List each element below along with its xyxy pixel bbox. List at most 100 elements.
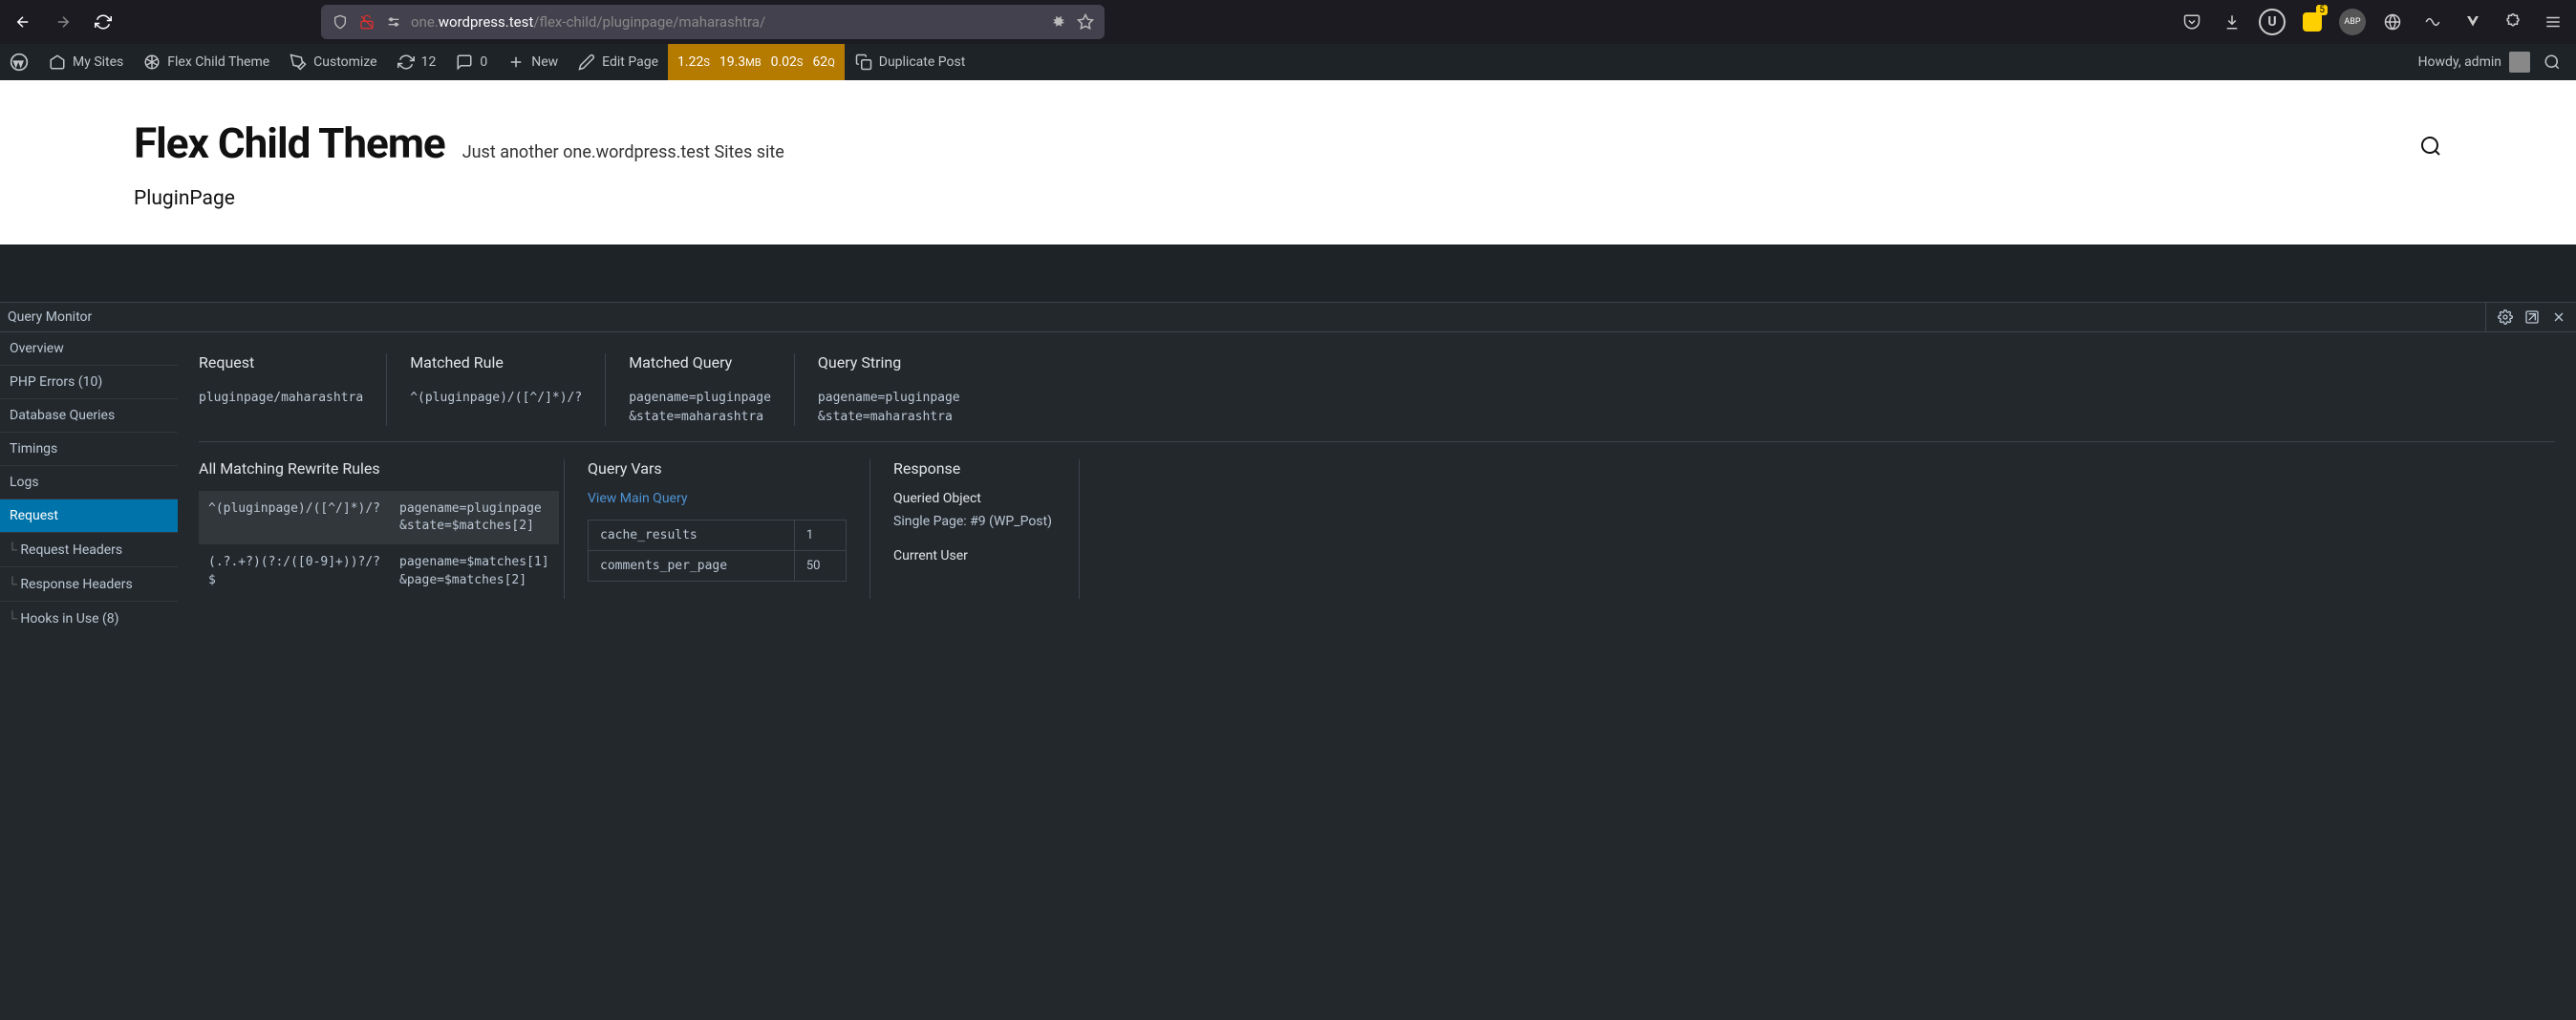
site-tagline: Just another one.wordpress.test Sites si…	[462, 142, 784, 162]
popout-icon[interactable]	[2522, 308, 2542, 327]
query-vars-heading: Query Vars	[588, 459, 847, 478]
ext-u-icon[interactable]: U	[2259, 9, 2286, 35]
queried-object-label: Queried Object	[893, 491, 1056, 506]
url-text: one.wordpress.test/flex-child/pluginpage…	[411, 13, 765, 31]
qv-key: comments_per_page	[589, 551, 795, 582]
matched-rule-heading: Matched Rule	[410, 353, 582, 372]
stat-dur: 0.02	[771, 54, 797, 70]
query-string-value: pagename=pluginpage&state=maharashtra	[818, 389, 2532, 426]
page-body: PluginPage	[0, 187, 2576, 244]
edit-page-link[interactable]: Edit Page	[568, 44, 668, 80]
ext-v-icon[interactable]	[2459, 9, 2486, 35]
query-monitor-stats[interactable]: 1.22S 19.3MB 0.02S 62Q	[668, 44, 845, 80]
ext-globe-icon[interactable]	[2379, 9, 2406, 35]
qv-val: 1	[794, 521, 846, 551]
rewrite-table: ^(pluginpage)/([^/]*)/? pagename=pluginp…	[199, 491, 559, 599]
sidebar-item-logs[interactable]: Logs	[0, 466, 178, 499]
sidebar-item-request[interactable]: Request	[0, 499, 178, 533]
updates-count: 12	[421, 54, 437, 70]
qm-title: Query Monitor	[8, 309, 92, 325]
wp-admin-bar: My Sites Flex Child Theme Customize 12 0…	[0, 44, 2576, 80]
rewrite-query: pagename=$matches[1] &page=$matches[2]	[390, 544, 559, 598]
customize-label: Customize	[313, 54, 376, 70]
shield-icon	[331, 12, 350, 32]
current-user-label: Current User	[893, 548, 1056, 563]
new-label: New	[531, 54, 558, 70]
divider	[199, 441, 2555, 442]
wp-logo[interactable]	[0, 44, 38, 80]
qm-body: Overview PHP Errors (10) Database Querie…	[0, 332, 2576, 1004]
lock-broken-icon	[357, 12, 376, 32]
qm-header: Query Monitor	[0, 302, 2576, 332]
address-bar[interactable]: one.wordpress.test/flex-child/pluginpage…	[321, 5, 1105, 39]
ext-badge-icon[interactable]: 5	[2299, 9, 2326, 35]
downloads-icon[interactable]	[2219, 9, 2245, 35]
response-heading: Response	[893, 459, 1056, 478]
site-name-link[interactable]: Flex Child Theme	[133, 44, 279, 80]
request-heading: Request	[199, 353, 363, 372]
qv-key: cache_results	[589, 521, 795, 551]
comments-link[interactable]: 0	[445, 44, 497, 80]
qm-sidebar: Overview PHP Errors (10) Database Querie…	[0, 332, 178, 1004]
site-search-icon[interactable]	[2419, 135, 2442, 161]
close-icon[interactable]	[2549, 308, 2568, 327]
view-main-query-link[interactable]: View Main Query	[588, 491, 847, 506]
extension-icon[interactable]	[1049, 12, 1068, 32]
back-button[interactable]	[10, 9, 36, 35]
bookmark-star-icon[interactable]	[1076, 12, 1095, 32]
table-row: comments_per_page50	[589, 551, 847, 582]
qm-main-panel: Request pluginpage/maharashtra Matched R…	[178, 332, 2576, 1004]
ext-wave-icon[interactable]	[2419, 9, 2446, 35]
rewrite-pattern: ^(pluginpage)/([^/]*)/?	[199, 491, 390, 544]
qv-val: 50	[794, 551, 846, 582]
my-sites-link[interactable]: My Sites	[38, 44, 133, 80]
table-row: cache_results1	[589, 521, 847, 551]
footer-void	[0, 244, 2576, 302]
rewrite-pattern: (.?.+?)(?:/([0-9]+))?/?$	[199, 544, 390, 598]
hamburger-menu-icon[interactable]	[2540, 9, 2566, 35]
edit-page-label: Edit Page	[602, 54, 658, 70]
sidebar-item-timings[interactable]: Timings	[0, 433, 178, 466]
table-row: (.?.+?)(?:/([0-9]+))?/?$ pagename=$match…	[199, 544, 559, 598]
site-header: Flex Child Theme Just another one.wordpr…	[0, 80, 2576, 187]
gear-icon[interactable]	[2496, 308, 2515, 327]
table-row: ^(pluginpage)/([^/]*)/? pagename=pluginp…	[199, 491, 559, 544]
stat-mem: 19.3	[719, 54, 745, 70]
site-name-label: Flex Child Theme	[167, 54, 269, 70]
stat-queries: 62	[812, 54, 827, 70]
updates-link[interactable]: 12	[387, 44, 446, 80]
sidebar-item-db-queries[interactable]: Database Queries	[0, 399, 178, 433]
howdy-text[interactable]: Howdy, admin	[2418, 54, 2501, 70]
query-string-heading: Query String	[818, 353, 2532, 372]
matched-rule-value: ^(pluginpage)/([^/]*)/?	[410, 389, 582, 408]
sidebar-item-hooks[interactable]: Hooks in Use (8)	[0, 602, 178, 635]
new-content-link[interactable]: New	[497, 44, 568, 80]
sidebar-item-overview[interactable]: Overview	[0, 332, 178, 366]
page-title: PluginPage	[134, 187, 2442, 210]
stat-time: 1.22	[677, 54, 703, 70]
browser-toolbar: one.wordpress.test/flex-child/pluginpage…	[0, 0, 2576, 44]
reload-button[interactable]	[90, 9, 117, 35]
queried-object-value: Single Page: #9 (WP_Post)	[893, 514, 1056, 529]
ext-abp-icon[interactable]: ABP	[2339, 9, 2366, 35]
duplicate-label: Duplicate Post	[879, 54, 966, 70]
sidebar-item-request-headers[interactable]: Request Headers	[0, 533, 178, 567]
sidebar-item-php-errors[interactable]: PHP Errors (10)	[0, 366, 178, 399]
admin-search-icon[interactable]	[2538, 48, 2566, 76]
my-sites-label: My Sites	[73, 54, 123, 70]
pocket-icon[interactable]	[2179, 9, 2205, 35]
duplicate-post-link[interactable]: Duplicate Post	[845, 44, 976, 80]
extensions-icon[interactable]	[2500, 9, 2526, 35]
site-title[interactable]: Flex Child Theme	[134, 118, 445, 168]
matched-query-heading: Matched Query	[629, 353, 771, 372]
rewrite-heading: All Matching Rewrite Rules	[199, 459, 541, 478]
customize-link[interactable]: Customize	[279, 44, 386, 80]
sidebar-item-response-headers[interactable]: Response Headers	[0, 567, 178, 602]
rewrite-query: pagename=pluginpage &state=$matches[2]	[390, 491, 559, 544]
forward-button[interactable]	[50, 9, 76, 35]
permissions-icon[interactable]	[384, 12, 403, 32]
avatar[interactable]	[2509, 52, 2530, 73]
matched-query-value: pagename=pluginpage&state=maharashtra	[629, 389, 771, 426]
query-vars-table: cache_results1 comments_per_page50	[588, 520, 847, 582]
comments-count: 0	[480, 54, 487, 70]
